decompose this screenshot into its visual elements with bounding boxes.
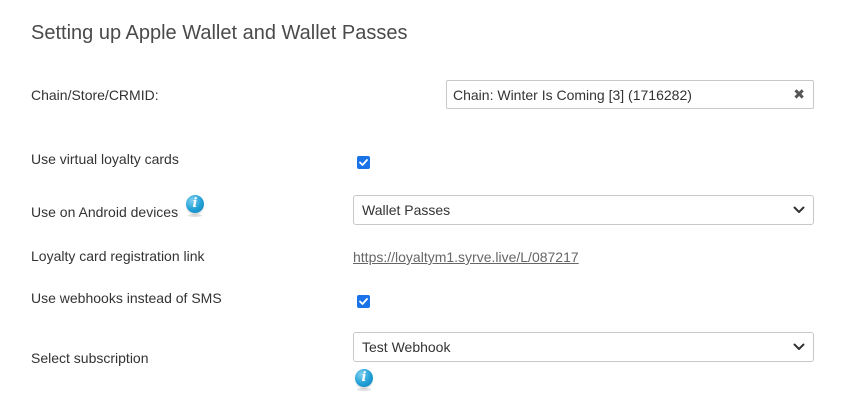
page-title: Setting up Apple Wallet and Wallet Passe… — [31, 22, 408, 44]
webhooks-checkbox[interactable] — [357, 295, 370, 308]
android-select-value: Wallet Passes — [362, 202, 451, 218]
chevron-down-icon — [793, 206, 805, 213]
virtual-cards-label: Use virtual loyalty cards — [31, 151, 179, 167]
info-icon[interactable]: i — [186, 195, 204, 217]
checkmark-icon — [359, 298, 368, 305]
chain-value: Chain: Winter Is Coming [3] (1716282) — [453, 87, 692, 103]
wallet-settings-page: Setting up Apple Wallet and Wallet Passe… — [0, 0, 848, 402]
virtual-cards-checkbox[interactable] — [357, 156, 370, 169]
subscription-select[interactable]: Test Webhook — [353, 332, 814, 362]
subscription-label: Select subscription — [31, 350, 149, 366]
close-icon[interactable]: ✖ — [793, 86, 805, 103]
registration-link-label: Loyalty card registration link — [31, 248, 205, 264]
android-select[interactable]: Wallet Passes — [353, 195, 814, 225]
android-label: Use on Android devices i — [31, 195, 204, 220]
android-label-text: Use on Android devices — [31, 204, 179, 220]
registration-link[interactable]: https://loyaltym1.syrve.live/L/087217 — [353, 249, 579, 265]
subscription-select-value: Test Webhook — [362, 339, 451, 355]
chain-selector[interactable]: Chain: Winter Is Coming [3] (1716282) ✖ — [446, 80, 814, 109]
webhooks-label: Use webhooks instead of SMS — [31, 290, 222, 306]
checkmark-icon — [359, 159, 368, 166]
chevron-down-icon — [793, 343, 805, 350]
chain-label: Chain/Store/CRMID: — [31, 87, 159, 103]
info-icon[interactable]: i — [355, 369, 373, 391]
